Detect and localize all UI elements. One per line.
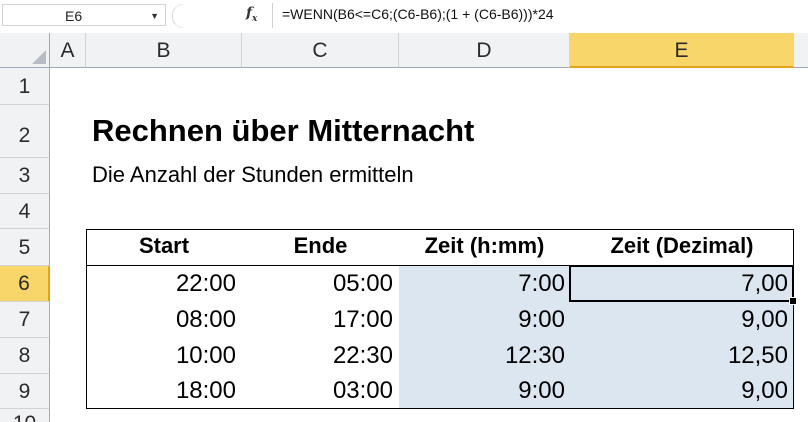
cell-e7[interactable]: 9,00 — [570, 306, 788, 334]
header-start[interactable]: Start — [86, 233, 242, 259]
cell-d7[interactable]: 9:00 — [399, 306, 565, 334]
column-header-d[interactable]: D — [399, 33, 570, 68]
row-header-9[interactable]: 9 — [0, 374, 50, 409]
header-ende[interactable]: Ende — [242, 233, 399, 259]
formula-bar: E6 ▼ fx =WENN(B6<=C6;(C6-B6);(1 + (C6-B6… — [0, 0, 808, 34]
row-header-7[interactable]: 7 — [0, 302, 50, 338]
row-header-4[interactable]: 4 — [0, 194, 50, 229]
sheet-title[interactable]: Rechnen über Mitternacht — [92, 113, 474, 149]
formula-divider — [272, 3, 273, 28]
column-header-f-partial[interactable] — [794, 33, 808, 68]
cell-c8[interactable]: 22:30 — [242, 342, 393, 370]
row-header-8[interactable]: 8 — [0, 338, 50, 374]
name-box[interactable]: E6 ▼ — [2, 4, 166, 26]
row-header-10[interactable]: 10 — [0, 409, 50, 422]
column-header-a[interactable]: A — [50, 33, 86, 68]
chevron-down-icon[interactable]: ▼ — [150, 5, 159, 27]
cell-c7[interactable]: 17:00 — [242, 306, 393, 334]
cell-d9[interactable]: 9:00 — [399, 377, 565, 405]
formula-input[interactable]: =WENN(B6<=C6;(C6-B6);(1 + (C6-B6)))*24 — [282, 6, 554, 22]
cell-d8[interactable]: 12:30 — [399, 342, 565, 370]
cell-c6[interactable]: 05:00 — [242, 270, 393, 298]
header-zeit-dezimal[interactable]: Zeit (Dezimal) — [570, 233, 794, 259]
row-header-3[interactable]: 3 — [0, 158, 50, 194]
cell-b9[interactable]: 18:00 — [86, 377, 236, 405]
select-all-triangle-icon — [32, 50, 46, 64]
cell-b7[interactable]: 08:00 — [86, 306, 236, 334]
active-cell-selection[interactable] — [569, 265, 794, 302]
row-header-2[interactable]: 2 — [0, 105, 50, 158]
cell-c9[interactable]: 03:00 — [242, 377, 393, 405]
column-header-c[interactable]: C — [242, 33, 399, 68]
row-header-1[interactable]: 1 — [0, 68, 50, 105]
formula-bar-splitter[interactable] — [172, 4, 183, 28]
header-zeit-hmm[interactable]: Zeit (h:mm) — [399, 233, 570, 259]
column-header-b[interactable]: B — [86, 33, 242, 68]
cell-e8[interactable]: 12,50 — [570, 342, 788, 370]
name-box-value: E6 — [65, 8, 83, 24]
column-header-e[interactable]: E — [570, 33, 794, 68]
cell-e9[interactable]: 9,00 — [570, 377, 788, 405]
cell-b8[interactable]: 10:00 — [86, 342, 236, 370]
cell-b6[interactable]: 22:00 — [86, 270, 236, 298]
row-header-6[interactable]: 6 — [0, 266, 50, 302]
fill-handle[interactable] — [789, 297, 797, 305]
row-header-5[interactable]: 5 — [0, 229, 50, 266]
cell-d6[interactable]: 7:00 — [399, 270, 565, 298]
insert-function-icon[interactable]: fx — [246, 5, 257, 24]
sheet-subtitle[interactable]: Die Anzahl der Stunden ermitteln — [92, 162, 414, 188]
select-all-button[interactable] — [0, 33, 50, 68]
